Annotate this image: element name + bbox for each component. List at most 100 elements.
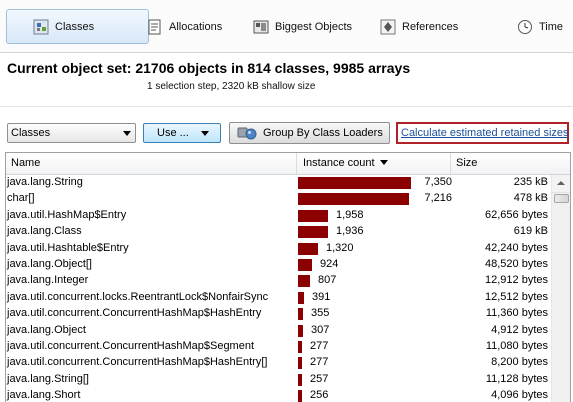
tab-biggest-objects[interactable]: Biggest Objects (253, 9, 352, 44)
time-icon (517, 19, 533, 35)
sort-descending-icon (379, 160, 388, 165)
table-header: Name Instance count Size (6, 153, 570, 175)
instance-count: 7,350 (424, 176, 452, 188)
chevron-down-icon (123, 131, 131, 136)
shallow-size: 48,520 bytes (485, 257, 548, 270)
class-name: java.lang.Object (7, 323, 86, 336)
class-name: java.util.HashMap$Entry (7, 208, 127, 221)
instance-count-bar (298, 340, 302, 353)
class-loaders-icon (237, 125, 259, 141)
instance-count: 1,320 (326, 241, 354, 254)
table-row[interactable]: char[] 7,216 478 kB (6, 191, 551, 207)
class-name: java.util.concurrent.ConcurrentHashMap$S… (7, 339, 255, 352)
table-row[interactable]: java.util.Hashtable$Entry 1,320 42,240 byt… (6, 241, 551, 257)
shallow-size: 619 kB (513, 225, 548, 238)
instance-count-bar (298, 242, 318, 255)
instance-count-bar (298, 324, 303, 337)
instance-count: 256 (310, 389, 329, 402)
table-row[interactable]: java.lang.Object 307 4,912 bytes (6, 323, 551, 339)
instance-count: 7,216 (424, 192, 452, 205)
instance-count-bar (298, 258, 312, 271)
view-mode-select[interactable]: Classes (7, 123, 136, 143)
instance-count: 307 (311, 323, 330, 336)
instance-count-bar (298, 209, 328, 222)
class-name: java.lang.String[] (7, 372, 89, 385)
group-by-class-loaders-button[interactable]: Group By Class Loaders (229, 122, 390, 144)
table-row[interactable]: java.lang.Integer 807 12,912 bytes (6, 273, 551, 289)
shallow-size: 4,096 bytes (491, 389, 548, 402)
instance-count: 355 (311, 307, 330, 320)
column-header-size[interactable]: Size (451, 153, 551, 174)
tab-label: Biggest Objects (275, 20, 353, 33)
use-button[interactable]: Use ... (143, 123, 221, 143)
class-name: java.util.concurrent.ConcurrentHashMap$H… (7, 307, 262, 320)
table-row[interactable]: java.util.concurrent.ConcurrentHashMap$H… (6, 306, 551, 322)
table-row[interactable]: java.lang.Class 1,936 619 kB (6, 224, 551, 240)
table-body: java.lang.String 7,350 235 kB char[] 7,216 47… (6, 175, 551, 402)
column-header-name[interactable]: Name (6, 153, 297, 174)
class-name: java.lang.Object[] (7, 257, 92, 270)
instance-count: 277 (310, 339, 329, 352)
shallow-size: 11,128 bytes (485, 372, 548, 385)
tab-label: References (402, 20, 459, 33)
tab-allocations[interactable]: Allocations (147, 9, 222, 44)
tab-label: Allocations (169, 20, 223, 33)
scrollbar-thumb[interactable] (554, 194, 569, 203)
column-header-instance-count[interactable]: Instance count (297, 153, 451, 174)
calculate-retained-sizes-link[interactable]: Calculate estimated retained sizes (401, 127, 569, 139)
chevron-down-icon (201, 131, 209, 136)
tab-label: Classes (55, 20, 95, 33)
vertical-scrollbar[interactable] (551, 175, 570, 402)
tab-classes[interactable]: Classes (6, 9, 149, 44)
shallow-size: 12,512 bytes (485, 290, 548, 303)
instance-count: 1,936 (336, 225, 364, 238)
table-row[interactable]: java.lang.String 7,350 235 kB (6, 175, 551, 191)
shallow-size: 62,656 bytes (485, 208, 548, 221)
tab-label: Time (539, 20, 564, 33)
class-name: java.lang.Short (7, 389, 81, 402)
instance-count: 1,958 (336, 208, 364, 221)
instance-count-bar (298, 308, 303, 321)
table-row[interactable]: java.util.concurrent.ConcurrentHashMap$S… (6, 339, 551, 355)
instance-count-bar (298, 291, 304, 304)
scroll-up-icon[interactable] (552, 175, 570, 193)
use-button-label: Use ... (157, 127, 189, 139)
tab-time[interactable]: Time (517, 9, 563, 44)
instance-count-bar (298, 177, 411, 189)
allocations-icon (147, 19, 163, 35)
view-mode-value: Classes (11, 127, 51, 139)
table-row[interactable]: java.lang.String[] 257 11,128 bytes (6, 372, 551, 388)
view-tab-bar: Classes Allocations Biggest Objects Refe… (0, 0, 573, 53)
shallow-size: 478 kB (513, 192, 548, 205)
shallow-size: 12,912 bytes (485, 274, 548, 287)
biggest-objects-icon (253, 19, 269, 35)
class-name: java.lang.Integer (7, 274, 89, 287)
instance-count: 924 (320, 257, 339, 270)
table-row[interactable]: java.lang.Short 256 4,096 bytes (6, 388, 551, 402)
header-divider (0, 106, 573, 107)
table-row[interactable]: java.util.HashMap$Entry 1,958 62,656 bytes (6, 208, 551, 224)
instance-count-bar (298, 275, 310, 288)
instance-count-bar (298, 373, 302, 386)
instance-count-bar (298, 226, 328, 239)
class-name: java.util.concurrent.ConcurrentHashMap$H… (7, 356, 268, 369)
tab-references[interactable]: References (380, 9, 458, 44)
instance-count-bar (298, 390, 302, 402)
class-name: java.lang.Class (7, 225, 82, 238)
retained-sizes-box: Calculate estimated retained sizes (396, 122, 569, 144)
shallow-size: 4,912 bytes (491, 323, 548, 336)
table-row[interactable]: java.util.concurrent.locks.ReentrantLock… (6, 290, 551, 306)
classes-icon (33, 19, 49, 35)
instance-count: 391 (312, 290, 331, 303)
class-name: char[] (7, 192, 35, 205)
instance-count: 277 (310, 356, 329, 369)
class-name: java.util.concurrent.locks.ReentrantLock… (7, 290, 269, 303)
table-row[interactable]: java.util.concurrent.ConcurrentHashMap$H… (6, 355, 551, 371)
classes-table: Name Instance count Size java.lang.Strin… (5, 152, 571, 402)
object-set-title: Current object set: 21706 objects in 814… (7, 60, 411, 76)
shallow-size: 235 kB (513, 176, 548, 188)
instance-count: 257 (310, 372, 329, 385)
table-row[interactable]: java.lang.Object[] 924 48,520 bytes (6, 257, 551, 273)
instance-count: 807 (318, 274, 337, 287)
shallow-size: 42,240 bytes (485, 241, 548, 254)
